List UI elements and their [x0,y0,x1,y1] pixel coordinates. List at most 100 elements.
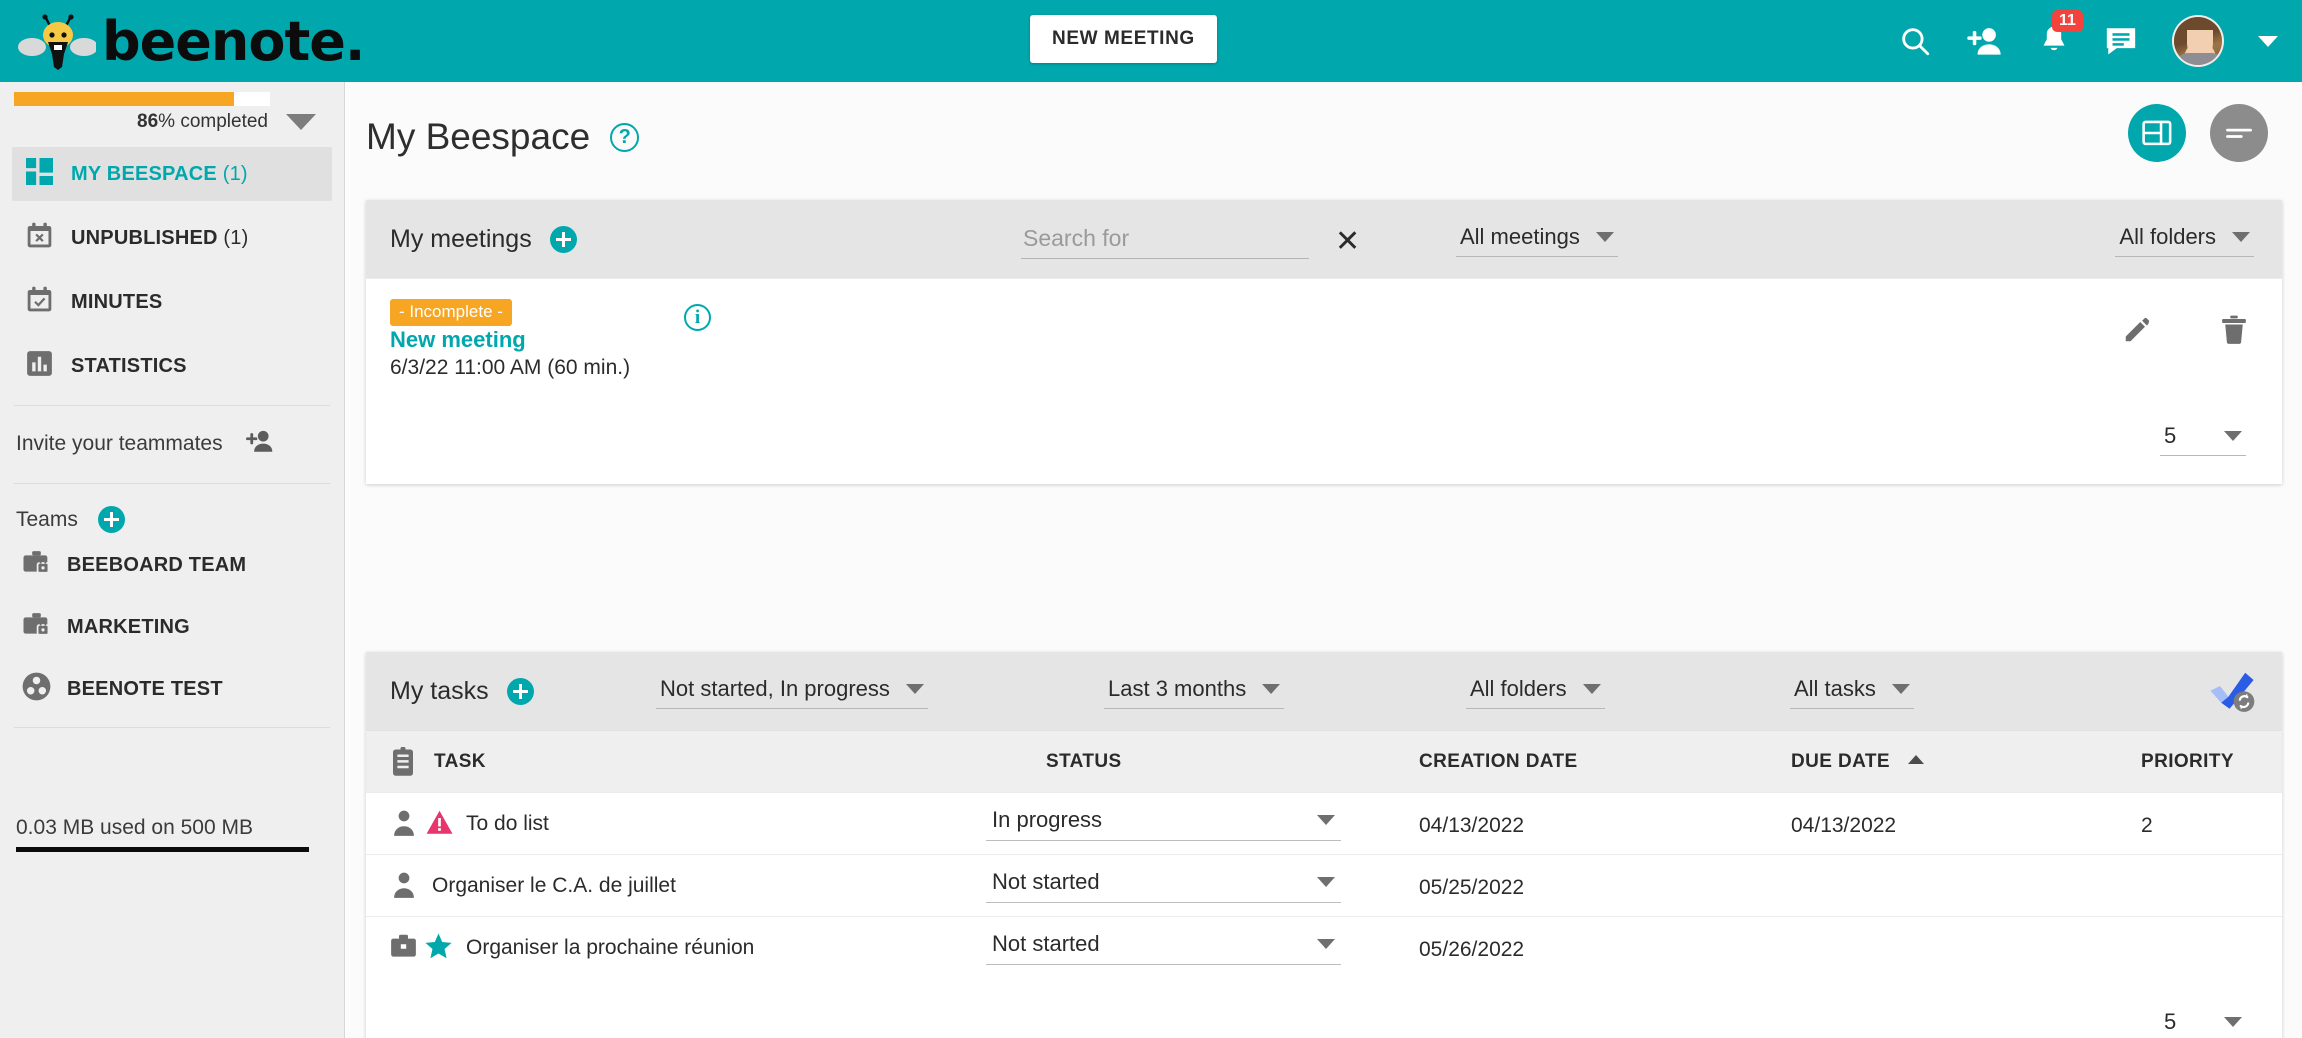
chevron-down-icon [2232,232,2250,242]
group-icon [22,672,51,706]
app-header: beenote. NEW MEETING 11 [0,0,2302,82]
tasks-page-size-select[interactable]: 5 [2160,1007,2246,1038]
task-priority: 2 [2141,814,2153,838]
progress-label: 86% completed [137,111,268,133]
tasks-table-header: TASK STATUS CREATION DATE DUE DATE PRIOR… [366,730,2282,792]
meetings-page-size-value: 5 [2164,423,2176,449]
chevron-down-icon [1596,232,1614,242]
chevron-down-icon [906,684,924,694]
my-tasks-card: My tasks Not started, In progress Last 3… [366,652,2282,1038]
chevron-down-icon [1892,684,1910,694]
meeting-row[interactable]: - Incomplete - New meeting 6/3/22 11:00 … [366,278,2282,392]
sidebar-team-marketing[interactable]: MARKETING [0,601,344,653]
task-name[interactable]: To do list [466,812,549,836]
meetings-search: ✕ [1021,222,1360,259]
column-header-due-date-label: DUE DATE [1791,751,1890,772]
task-name[interactable]: Organiser le C.A. de juillet [432,874,676,898]
notification-badge: 11 [2052,10,2083,32]
beenote-logo[interactable]: beenote. [18,0,364,82]
sidebar-label-text: MY BEESPACE [71,163,217,185]
sidebar-item-statistics[interactable]: STATISTICS [12,339,332,393]
task-status-value: In progress [992,807,1102,833]
chevron-down-icon [1317,815,1335,825]
sort-ascending-icon [1908,755,1924,764]
add-person-icon[interactable] [1966,24,2004,58]
sidebar-label-text: UNPUBLISHED [71,227,218,249]
add-meeting-button[interactable] [550,226,577,253]
sidebar-item-label: STATISTICS [71,355,187,378]
task-creation-date: 05/25/2022 [1419,876,1524,900]
add-team-button[interactable] [98,506,125,533]
tasks-period-filter-label: Last 3 months [1108,676,1246,702]
calendar-x-icon [26,222,53,254]
team-label: BEEBOARD TEAM [67,554,246,577]
warning-triangle-icon [426,809,453,841]
invite-teammates-label: Invite your teammates [16,432,223,456]
sidebar: 86% completed MY BEESPACE (1) [0,82,345,1038]
briefcase-lock-icon [22,612,51,643]
logo-text: beenote. [102,10,364,73]
task-status-value: Not started [992,869,1100,895]
sidebar-item-minutes[interactable]: MINUTES [12,275,332,329]
progress-track [14,92,270,106]
invite-teammates-action[interactable]: Invite your teammates [0,418,344,471]
user-menu-chevron-down-icon[interactable] [2258,36,2278,47]
sidebar-item-label: MINUTES [71,291,162,314]
task-due-date: 04/13/2022 [1791,814,1896,838]
edit-pencil-icon[interactable] [2122,315,2152,350]
chevron-down-icon [1317,939,1335,949]
meeting-title-link[interactable]: New meeting [390,327,526,353]
table-row[interactable]: To do list In progress 04/13/2022 04/13/… [366,792,2282,854]
list-view-icon[interactable] [2210,104,2268,162]
microsoft-todo-sync-icon[interactable] [2208,670,2256,719]
storage-usage-bar [16,847,309,852]
task-name[interactable]: Organiser la prochaine réunion [466,936,754,960]
meetings-page-size-select[interactable]: 5 [2160,421,2246,456]
info-icon[interactable]: i [684,304,711,331]
add-task-button[interactable] [507,678,534,705]
search-icon[interactable] [1898,24,1932,58]
progress-collapse-chevron-icon[interactable] [286,114,316,130]
task-status-select[interactable]: Not started [986,928,1341,965]
column-header-creation-date[interactable]: CREATION DATE [1419,751,1578,773]
delete-trash-icon[interactable] [2220,315,2248,350]
bar-chart-icon [26,350,53,382]
card-view-icon[interactable] [2128,104,2186,162]
column-header-priority[interactable]: PRIORITY [2141,751,2234,773]
team-label: BEENOTE TEST [67,678,223,701]
table-row[interactable]: Organiser la prochaine réunion Not start… [366,916,2282,978]
task-status-value: Not started [992,931,1100,957]
user-avatar[interactable] [2172,15,2224,67]
task-status-select[interactable]: Not started [986,866,1341,903]
meetings-folder-filter[interactable]: All folders [2115,222,2254,257]
meetings-type-filter[interactable]: All meetings [1456,222,1618,257]
sidebar-team-beeboard-team[interactable]: BEEBOARD TEAM [0,539,344,591]
column-header-due-date[interactable]: DUE DATE [1791,751,1924,773]
sidebar-team-beenote-test[interactable]: BEENOTE TEST [0,663,344,715]
sidebar-item-unpublished[interactable]: UNPUBLISHED (1) [12,211,332,265]
meetings-folder-filter-label: All folders [2119,224,2216,250]
column-header-status[interactable]: STATUS [1046,751,1122,773]
tasks-period-filter[interactable]: Last 3 months [1104,674,1284,709]
search-input[interactable] [1021,222,1309,259]
tasks-scope-filter[interactable]: All tasks [1790,674,1914,709]
main-content: My Beespace ? My meetings [346,82,2302,1038]
clear-search-icon[interactable]: ✕ [1335,227,1360,257]
tasks-status-filter[interactable]: Not started, In progress [656,674,928,709]
table-row[interactable]: Organiser le C.A. de juillet Not started… [366,854,2282,916]
task-status-select[interactable]: In progress [986,804,1341,841]
chat-icon[interactable] [2104,25,2138,57]
notifications-bell-icon[interactable]: 11 [2038,24,2070,58]
header-icon-group: 11 [1898,0,2278,82]
sidebar-divider-3 [14,727,330,728]
teams-label: Teams [16,508,78,532]
help-icon[interactable]: ? [610,123,639,152]
tasks-folder-filter[interactable]: All folders [1466,674,1605,709]
my-meetings-header: My meetings ✕ All meetings All folders [366,200,2282,278]
calendar-check-icon [26,286,53,318]
new-meeting-button[interactable]: NEW MEETING [1030,15,1217,63]
column-header-task[interactable]: TASK [434,751,486,773]
view-toggle-group [2128,104,2268,162]
meetings-type-filter-label: All meetings [1460,224,1580,250]
sidebar-item-my-beespace[interactable]: MY BEESPACE (1) [12,147,332,201]
